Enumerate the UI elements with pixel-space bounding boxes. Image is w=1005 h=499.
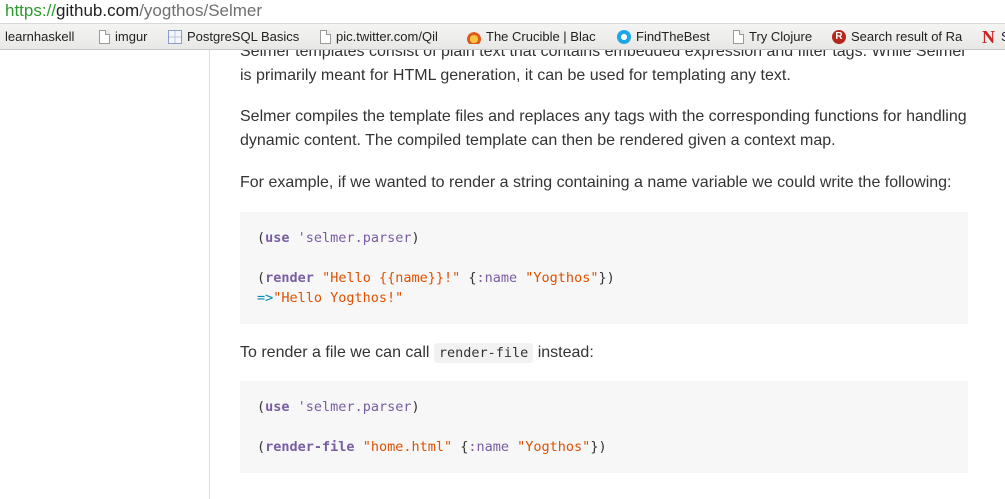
findthebest-icon — [617, 30, 631, 44]
url-bar[interactable]: https://github.com/yogthos/Selmer — [0, 0, 1005, 24]
code-namespace: 'selmer.parser — [297, 399, 412, 415]
code-line: =>"Hello Yogthos!" — [257, 288, 951, 308]
flame-icon — [467, 30, 481, 44]
code-namespace: 'selmer.parser — [297, 230, 412, 246]
page-icon — [320, 30, 331, 44]
url-scheme: https:// — [5, 1, 57, 20]
bookmark-label: Search result of Ra — [851, 29, 963, 44]
bookmarks-toolbar: learnhaskell imgur PostgreSQL Basics pic… — [0, 24, 1005, 50]
left-pane — [0, 50, 210, 499]
bookmark-label: Try Clojure — [749, 29, 813, 44]
code-function: render — [265, 270, 314, 286]
bookmark-search-result[interactable]: R Search result of Ra — [832, 28, 970, 46]
bookmark-postgresql-basics[interactable]: PostgreSQL Basics — [168, 28, 306, 46]
paragraph-intro-line2: is primarily meant for HTML generation, … — [240, 67, 791, 84]
code-result: "Hello Yogthos!" — [273, 290, 404, 306]
code-line: (render-file "home.html" {:name "Yogthos… — [257, 439, 607, 455]
paragraph-intro: Selmer templates consist of plain text t… — [240, 50, 980, 88]
bookmark-learnhaskell[interactable]: learnhaskell — [5, 28, 74, 46]
code-block-render: (use 'selmer.parser) (render "Hello {{nam… — [240, 212, 968, 324]
code-line: (render "Hello {{name}}!" {:name "Yogtho… — [257, 270, 615, 286]
url-path: /yogthos/Selmer — [139, 1, 263, 20]
paragraph-intro-line1: Selmer templates consist of plain text t… — [240, 50, 967, 60]
bookmark-label: imgur — [115, 29, 148, 44]
code-block-render-file: (use 'selmer.parser) (render-file "home.h… — [240, 381, 968, 473]
code-string: "Yogthos" — [525, 270, 599, 286]
code-keyword: use — [265, 230, 290, 246]
code-string: "Yogthos" — [517, 439, 591, 455]
inline-code-render-file: render-file — [433, 343, 534, 363]
bookmark-try-clojure[interactable]: Try Clojure — [732, 28, 812, 46]
grid-icon — [168, 30, 182, 44]
bookmark-label: FindTheBest — [636, 29, 710, 44]
url-host: github.com — [56, 1, 140, 20]
code-map-key: :name — [468, 439, 510, 455]
paragraph-compile-line2: dynamic content. The compiled template c… — [240, 132, 836, 149]
paragraph-compile-line1: Selmer compiles the template files and r… — [240, 108, 967, 125]
paragraph-render-file-after: instead: — [533, 344, 594, 361]
url-text[interactable]: https://github.com/yogthos/Selmer — [5, 1, 262, 21]
r-icon: R — [832, 30, 846, 44]
bookmark-imgur[interactable]: imgur — [98, 28, 148, 46]
n-icon: N — [982, 28, 995, 46]
paragraph-example: For example, if we wanted to render a st… — [240, 174, 952, 191]
bookmark-label: S — [1001, 29, 1005, 44]
bookmark-label: learnhaskell — [5, 29, 75, 44]
page-icon — [733, 30, 744, 44]
code-function: render-file — [265, 439, 355, 455]
page-icon — [99, 30, 110, 44]
code-map-key: :name — [476, 270, 518, 286]
code-keyword: use — [265, 399, 290, 415]
bookmark-label: The Crucible | Blac — [486, 29, 596, 44]
code-string: "Hello {{name}}!" — [322, 270, 461, 286]
page-content: Selmer templates consist of plain text t… — [0, 50, 1005, 499]
bookmark-pic-twitter[interactable]: pic.twitter.com/Qil — [319, 28, 455, 46]
code-string: "home.html" — [362, 439, 453, 455]
bookmark-findthebest[interactable]: FindTheBest — [617, 28, 710, 46]
paragraph-render-file: To render a file we can call render-file… — [240, 341, 980, 365]
code-arrow: => — [257, 290, 274, 306]
paragraph-render-file-before: To render a file we can call — [240, 344, 434, 361]
code-line: (use 'selmer.parser) — [257, 230, 420, 246]
paragraph-compile: Selmer compiles the template files and r… — [240, 105, 980, 153]
bookmark-label: PostgreSQL Basics — [187, 29, 300, 44]
bookmark-the-crucible[interactable]: The Crucible | Blac — [467, 28, 606, 46]
bookmark-n[interactable]: NS — [982, 28, 1005, 46]
code-line: (use 'selmer.parser) — [257, 399, 420, 415]
bookmark-label: pic.twitter.com/Qil — [336, 29, 438, 44]
